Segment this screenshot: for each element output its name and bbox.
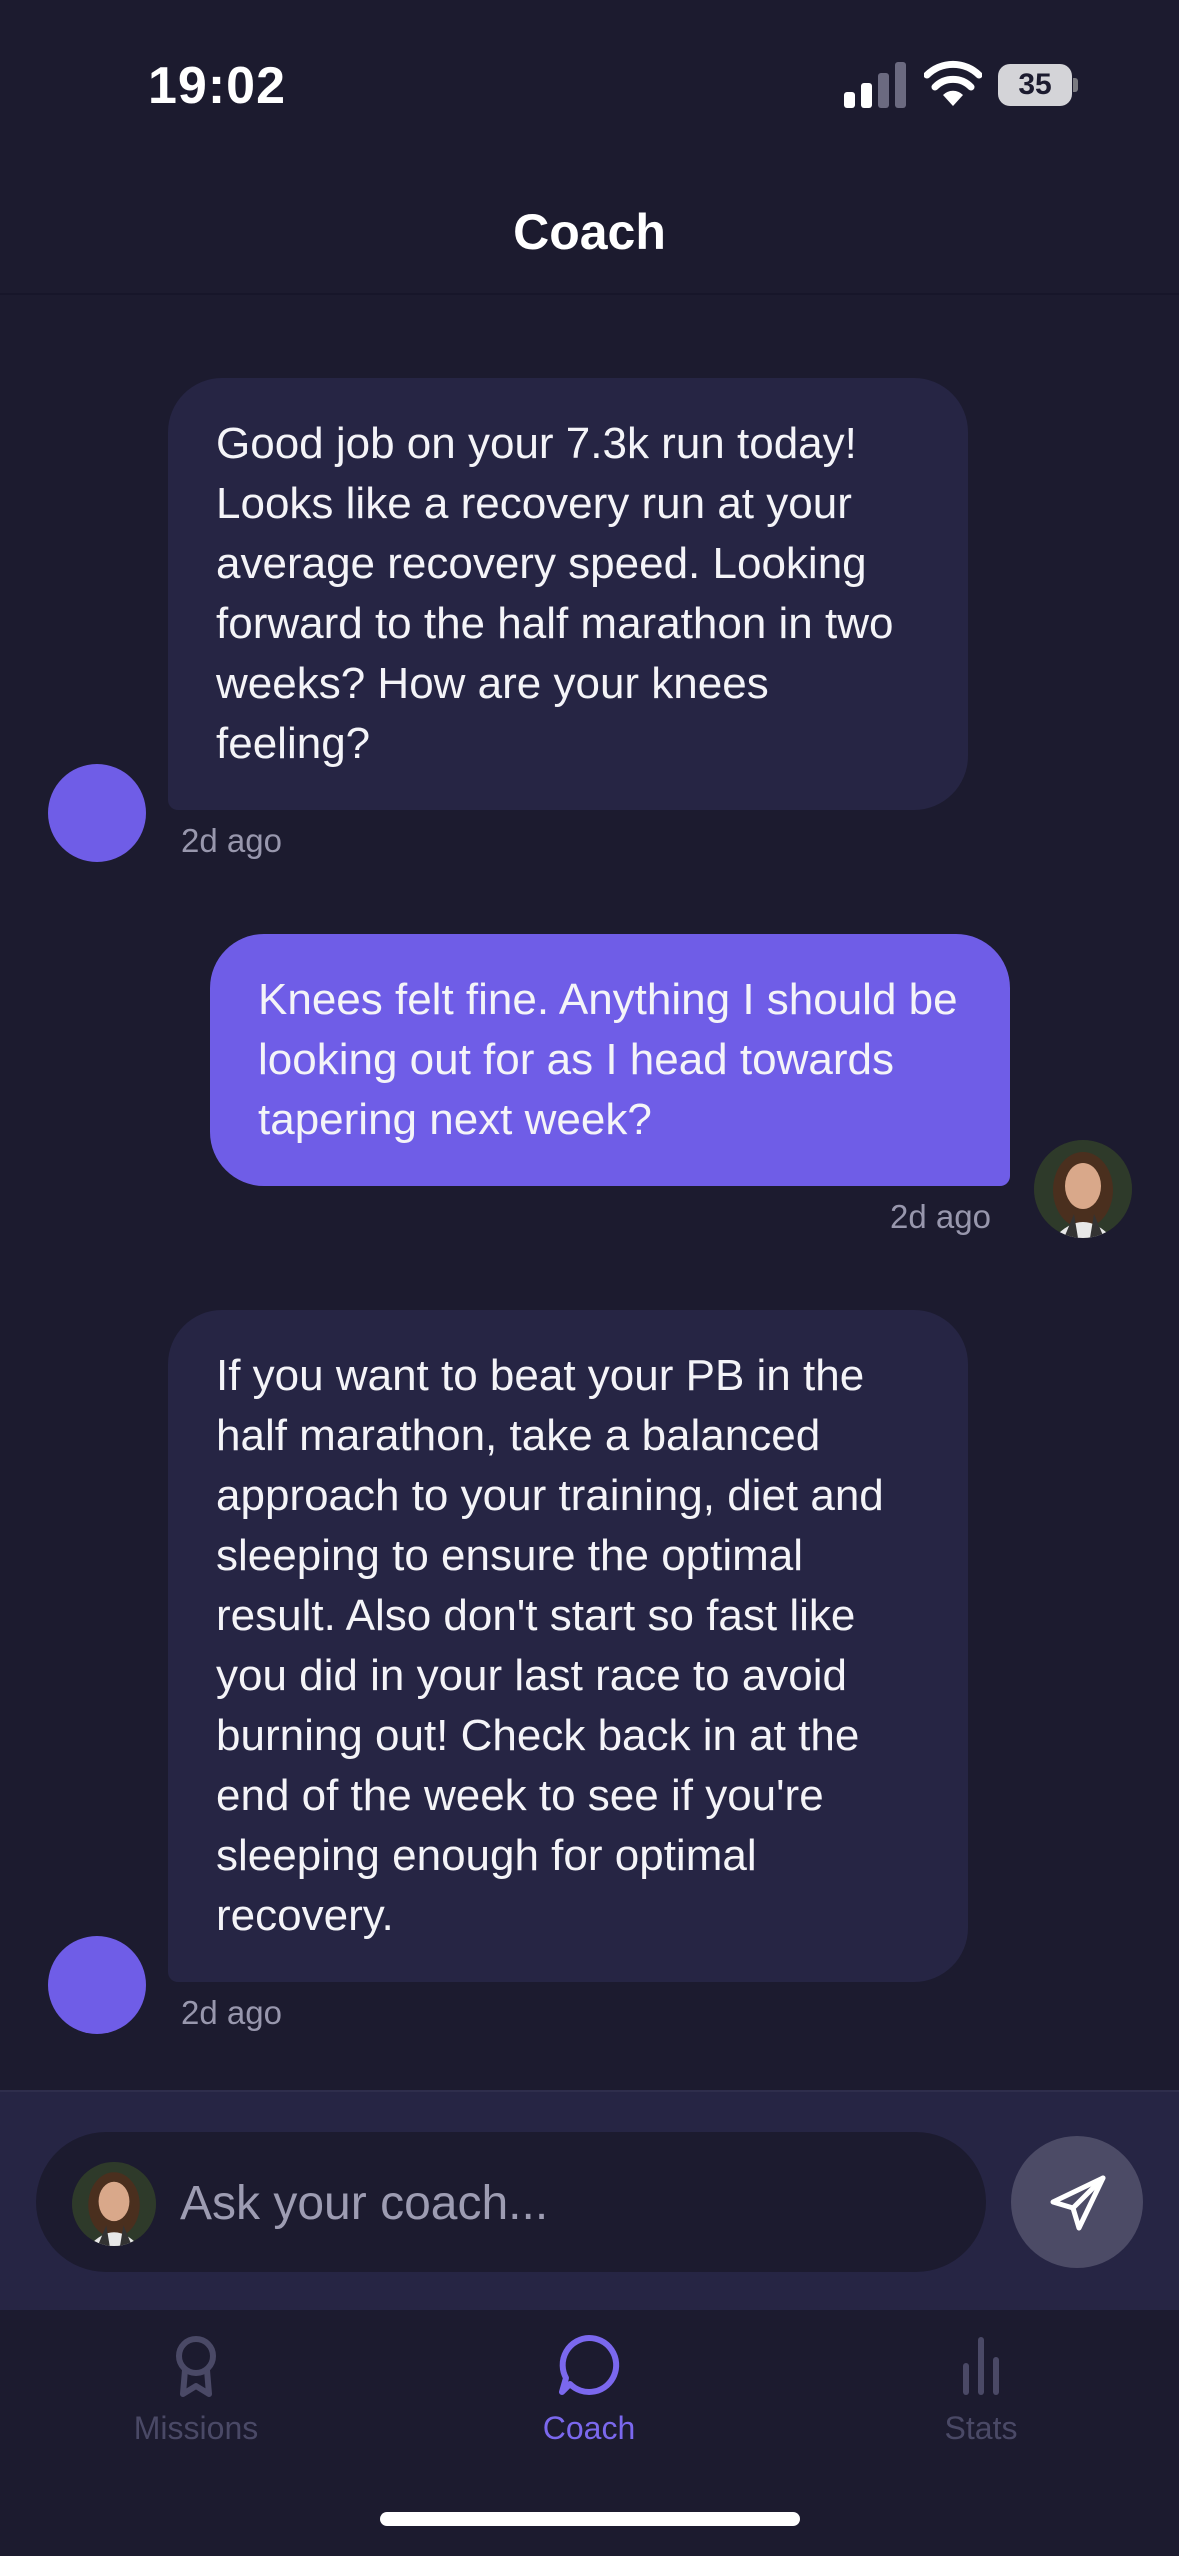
chat-input-bar bbox=[0, 2090, 1179, 2310]
tab-label: Missions bbox=[133, 2410, 259, 2446]
header: Coach bbox=[0, 170, 1179, 295]
page-title: Coach bbox=[513, 204, 666, 260]
user-message-bubble: Knees felt fine. Anything I should be lo… bbox=[210, 934, 1010, 1186]
message-text: Good job on your 7.3k run today! Looks l… bbox=[216, 419, 894, 768]
battery-cap bbox=[1073, 78, 1078, 92]
battery-level: 35 bbox=[998, 64, 1072, 106]
battery-icon: 35 bbox=[998, 64, 1078, 106]
message-text: Knees felt fine. Anything I should be lo… bbox=[258, 975, 958, 1144]
tab-missions[interactable]: Missions bbox=[46, 2330, 346, 2470]
home-indicator[interactable] bbox=[380, 2512, 800, 2526]
message-text: If you want to beat your PB in the half … bbox=[216, 1351, 884, 1940]
tab-label: Stats bbox=[944, 2410, 1018, 2446]
user-photo-icon bbox=[72, 2162, 156, 2246]
message-timestamp: 2d ago bbox=[181, 1994, 282, 2031]
tab-label: Coach bbox=[542, 2410, 636, 2446]
cellular-signal-icon bbox=[844, 62, 906, 108]
coach-avatar bbox=[48, 764, 146, 862]
send-button[interactable] bbox=[1011, 2136, 1143, 2268]
coach-message-bubble: Good job on your 7.3k run today! Looks l… bbox=[168, 378, 968, 810]
coach-avatar bbox=[48, 1936, 146, 2034]
chat-input[interactable] bbox=[180, 2176, 960, 2231]
status-time: 19:02 bbox=[148, 57, 286, 115]
bar-chart-icon bbox=[963, 2337, 999, 2395]
message-timestamp: 2d ago bbox=[181, 822, 282, 859]
chat-input-container[interactable] bbox=[36, 2132, 986, 2272]
user-avatar bbox=[1034, 1140, 1132, 1238]
wifi-icon bbox=[924, 60, 982, 106]
tab-stats[interactable]: Stats bbox=[831, 2330, 1131, 2470]
coach-message-bubble: If you want to beat your PB in the half … bbox=[168, 1310, 968, 1982]
message-timestamp: 2d ago bbox=[890, 1198, 991, 1235]
user-photo-icon bbox=[1034, 1140, 1132, 1238]
award-ribbon-icon bbox=[176, 2336, 216, 2397]
input-user-avatar bbox=[72, 2162, 156, 2246]
tab-coach[interactable]: Coach bbox=[439, 2330, 739, 2470]
chat-bubble-icon bbox=[559, 2334, 620, 2395]
status-bar: 19:02 35 bbox=[0, 0, 1179, 170]
send-icon bbox=[1050, 2175, 1106, 2231]
